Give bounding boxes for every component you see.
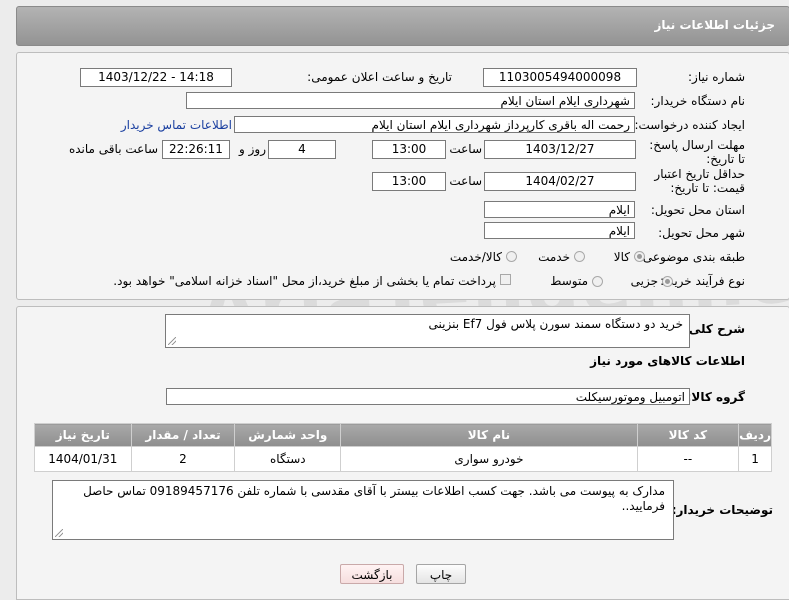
print-button[interactable]: چاپ	[416, 564, 466, 584]
category-goods-label: کالا	[613, 250, 630, 264]
delivery-province-field: ایلام	[484, 201, 635, 218]
need-desc-textarea[interactable]: خرید دو دستگاه سمند سورن پلاس فول Ef7 بن…	[165, 314, 690, 348]
back-button[interactable]: بازگشت	[340, 564, 404, 584]
cell-goods-code: --	[636, 446, 740, 472]
requester-field: رحمت اله باقری کارپرداز شهرداری ایلام اس…	[234, 116, 635, 133]
resize-grip-icon[interactable]	[168, 337, 176, 345]
remaining-hours-label: ساعت باقی مانده	[68, 142, 158, 156]
buyer-contact-link[interactable]: اطلاعات تماس خریدار	[110, 118, 232, 133]
price-validity-label: حداقل تاریخ اعتبار قیمت: تا تاریخ:	[654, 167, 745, 195]
goods-info-heading: اطلاعات کالاهای مورد نیاز	[590, 354, 745, 368]
need-desc-text: خرید دو دستگاه سمند سورن پلاس فول Ef7 بن…	[428, 317, 684, 331]
treasury-payment-label: پرداخت تمام یا بخشی از مبلغ خرید،از محل …	[113, 274, 496, 288]
col-unit: واحد شمارش	[234, 423, 342, 447]
goods-table-header: ردیف کد کالا نام کالا واحد شمارش تعداد /…	[34, 423, 772, 447]
treasury-payment-checkbox[interactable]	[500, 274, 511, 285]
validity-time-label: ساعت	[449, 174, 482, 188]
delivery-city-label: شهر محل تحویل:	[658, 226, 745, 240]
reply-time-label: ساعت	[449, 142, 482, 156]
cell-row-number: 1	[738, 446, 772, 472]
buyer-notes-text: مدارک به پیوست می باشد. جهت کسب اطلاعات …	[83, 484, 665, 513]
buyer-org-field: شهرداری ایلام استان ایلام	[186, 92, 635, 109]
days-and-label: روز و	[239, 142, 266, 156]
category-service-label: خدمت	[538, 250, 570, 264]
cell-unit: دستگاه	[234, 446, 342, 472]
need-number-label: شماره نیاز:	[688, 70, 745, 84]
col-need-date: تاریخ نیاز	[34, 423, 132, 447]
reply-deadline-label: مهلت ارسال پاسخ: تا تاریخ:	[649, 138, 745, 166]
purchase-medium-label: متوسط	[550, 274, 588, 288]
table-row: 1 -- خودرو سواری دستگاه 2 1404/01/31	[34, 446, 772, 472]
buyer-org-label: نام دستگاه خریدار:	[650, 94, 746, 108]
category-goods-radio[interactable]	[634, 251, 645, 262]
buyer-notes-textarea[interactable]: مدارک به پیوست می باشد. جهت کسب اطلاعات …	[52, 480, 674, 540]
resize-grip-icon[interactable]	[55, 529, 63, 537]
delivery-city-field: ایلام	[484, 222, 635, 239]
category-label: طبقه بندی موضوعی:	[638, 250, 745, 264]
goods-table: ردیف کد کالا نام کالا واحد شمارش تعداد /…	[34, 423, 772, 472]
remaining-days-field: 4	[268, 140, 336, 159]
cell-quantity: 2	[130, 446, 236, 472]
purchase-minor-label: جزیی	[630, 274, 658, 288]
cell-goods-name: خودرو سواری	[340, 446, 638, 472]
category-goods-service-radio[interactable]	[506, 251, 517, 262]
validity-date-field: 1404/02/27	[484, 172, 636, 191]
announce-datetime-label: تاریخ و ساعت اعلان عمومی:	[307, 70, 452, 84]
purchase-minor-radio[interactable]	[662, 276, 673, 287]
reply-date-field: 1403/12/27	[484, 140, 636, 159]
page-header: جزئیات اطلاعات نیاز	[16, 6, 789, 46]
cell-need-date: 1404/01/31	[34, 446, 132, 472]
reply-time-field: 13:00	[372, 140, 446, 159]
col-goods-name: نام کالا	[340, 423, 638, 447]
category-goods-service-label: کالا/خدمت	[449, 250, 502, 264]
col-goods-code: کد کالا	[636, 423, 740, 447]
col-row-number: ردیف	[738, 423, 772, 447]
validity-time-field: 13:00	[372, 172, 446, 191]
goods-group-field: اتومبیل وموتورسیکلت	[166, 388, 690, 405]
goods-group-label: گروه کالا:	[686, 390, 745, 404]
purchase-medium-radio[interactable]	[592, 276, 603, 287]
delivery-province-label: استان محل تحویل:	[650, 203, 745, 217]
requester-label: ایجاد کننده درخواست:	[634, 118, 745, 132]
need-number-field: 1103005494000098	[483, 68, 637, 87]
category-service-radio[interactable]	[574, 251, 585, 262]
buyer-notes-label: توضیحات خریدار:	[671, 503, 773, 517]
page-title: جزئیات اطلاعات نیاز	[654, 18, 775, 32]
remaining-time-field: 22:26:11	[162, 140, 230, 159]
col-quantity: تعداد / مقدار	[130, 423, 236, 447]
announce-datetime-field: 1403/12/22 - 14:18	[80, 68, 232, 87]
